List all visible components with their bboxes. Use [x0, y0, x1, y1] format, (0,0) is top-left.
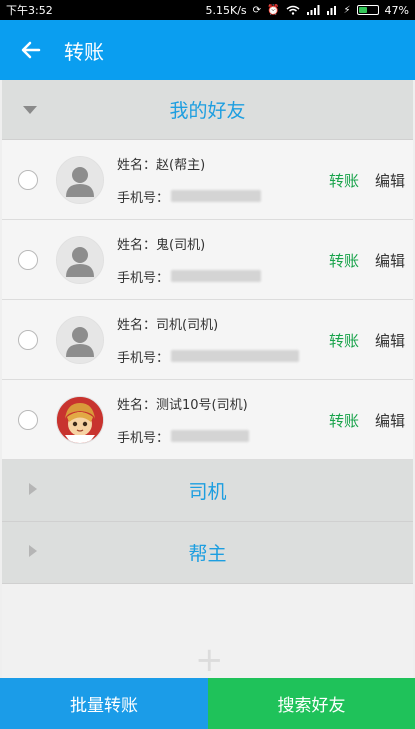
group-header-leaders[interactable]: 帮主 — [2, 522, 413, 584]
friend-info: 姓名： 鬼(司机) 手机号： — [117, 228, 262, 292]
friend-name: 鬼(司机) — [156, 237, 206, 253]
name-label: 姓名： — [117, 397, 157, 413]
default-avatar-icon — [57, 316, 103, 363]
default-avatar-icon — [57, 236, 103, 283]
phone-line: 手机号： — [117, 347, 300, 366]
phone-label: 手机号： — [117, 270, 170, 286]
phone-label: 手机号： — [117, 350, 170, 366]
bottom-bar: 批量转账 搜索好友 — [0, 678, 415, 729]
collapsed-arrow-icon — [28, 543, 38, 562]
phone-number-blurred — [171, 430, 250, 442]
row-actions: 转账 编辑 — [329, 380, 413, 460]
row-actions: 转账 编辑 — [329, 140, 413, 220]
select-radio[interactable] — [18, 249, 38, 270]
name-label: 姓名： — [117, 237, 157, 253]
edit-button[interactable]: 编辑 — [375, 330, 405, 351]
avatar — [56, 235, 104, 284]
sync-icon: ⟳ — [252, 4, 262, 16]
name-label: 姓名： — [117, 157, 157, 173]
edit-button[interactable]: 编辑 — [375, 170, 405, 191]
transfer-button[interactable]: 转账 — [329, 250, 359, 271]
name-line: 姓名： 司机(司机) — [117, 314, 299, 333]
friend-list: 我的好友 姓名： 赵(帮主) 手机号： 转账 编辑 姓名： 鬼(司机) 手机号： 转… — [2, 80, 413, 678]
collapsed-arrow-icon — [28, 481, 38, 500]
batch-transfer-button[interactable]: 批量转账 — [0, 678, 208, 729]
avatar — [56, 155, 104, 204]
phone-number-blurred — [171, 270, 262, 282]
avatar — [56, 395, 104, 444]
default-avatar-icon — [57, 156, 103, 203]
back-arrow-icon — [21, 41, 41, 59]
friend-row[interactable]: 姓名： 赵(帮主) 手机号： 转账 编辑 — [2, 140, 413, 220]
row-actions: 转账 编辑 — [329, 220, 413, 300]
group-title: 司机 — [188, 481, 227, 503]
name-label: 姓名： — [117, 317, 157, 333]
signal-icon-2 — [326, 5, 338, 15]
status-right: 5.15K/s ⟳ ⏰ ⚡ 47% — [206, 4, 409, 17]
battery-icon — [356, 5, 379, 15]
friend-info: 姓名： 司机(司机) 手机号： — [117, 308, 300, 372]
edit-button[interactable]: 编辑 — [375, 410, 405, 431]
friend-info: 姓名： 测试10号(司机) 手机号： — [117, 388, 250, 452]
select-radio[interactable] — [18, 169, 38, 190]
alarm-icon: ⏰ — [267, 4, 280, 16]
row-actions: 转账 编辑 — [329, 300, 413, 380]
group-title: 我的好友 — [169, 100, 246, 122]
phone-line: 手机号： — [117, 427, 250, 446]
add-icon[interactable]: + — [195, 640, 224, 680]
friend-name: 测试10号(司机) — [156, 397, 248, 413]
battery-level — [358, 7, 367, 13]
friend-name: 司机(司机) — [156, 317, 219, 333]
group-title: 帮主 — [188, 543, 227, 565]
signal-icon — [306, 5, 320, 15]
transfer-button[interactable]: 转账 — [329, 170, 359, 191]
search-friends-button[interactable]: 搜索好友 — [208, 678, 415, 729]
name-line: 姓名： 鬼(司机) — [117, 234, 261, 253]
friend-row[interactable]: 姓名： 鬼(司机) 手机号： 转账 编辑 — [2, 220, 413, 300]
group-header-drivers[interactable]: 司机 — [2, 460, 413, 522]
friend-row[interactable]: 姓名： 测试10号(司机) 手机号： 转账 编辑 — [2, 380, 413, 460]
phone-number-blurred — [171, 350, 300, 362]
friend-row[interactable]: 姓名： 司机(司机) 手机号： 转账 编辑 — [2, 300, 413, 380]
phone-line: 手机号： — [117, 267, 262, 286]
phone-label: 手机号： — [117, 190, 170, 206]
status-time: 下午3:52 — [6, 4, 53, 17]
back-button[interactable] — [14, 20, 48, 80]
battery-percent: 47% — [384, 3, 409, 17]
phone-line: 手机号： — [117, 187, 262, 206]
edit-button[interactable]: 编辑 — [375, 250, 405, 271]
transfer-button[interactable]: 转账 — [329, 410, 359, 431]
cartoon-avatar-icon — [57, 396, 103, 443]
friend-name: 赵(帮主) — [156, 157, 206, 173]
network-speed: 5.15K/s — [205, 3, 247, 17]
friend-info: 姓名： 赵(帮主) 手机号： — [117, 148, 262, 212]
select-radio[interactable] — [18, 409, 38, 430]
select-radio[interactable] — [18, 329, 38, 350]
expanded-arrow-icon — [22, 100, 38, 119]
phone-label: 手机号： — [117, 430, 170, 446]
phone-number-blurred — [171, 190, 262, 202]
group-header-my-friends[interactable]: 我的好友 — [2, 80, 413, 140]
name-line: 姓名： 赵(帮主) — [117, 154, 261, 173]
app-bar: 转账 — [0, 20, 415, 80]
page-title: 转账 — [64, 39, 104, 64]
status-bar: 下午3:52 5.15K/s ⟳ ⏰ ⚡ 47% — [0, 0, 415, 20]
wifi-icon — [286, 5, 300, 15]
name-line: 姓名： 测试10号(司机) — [117, 394, 249, 413]
charging-icon: ⚡ — [343, 4, 351, 16]
avatar — [56, 315, 104, 364]
transfer-button[interactable]: 转账 — [329, 330, 359, 351]
